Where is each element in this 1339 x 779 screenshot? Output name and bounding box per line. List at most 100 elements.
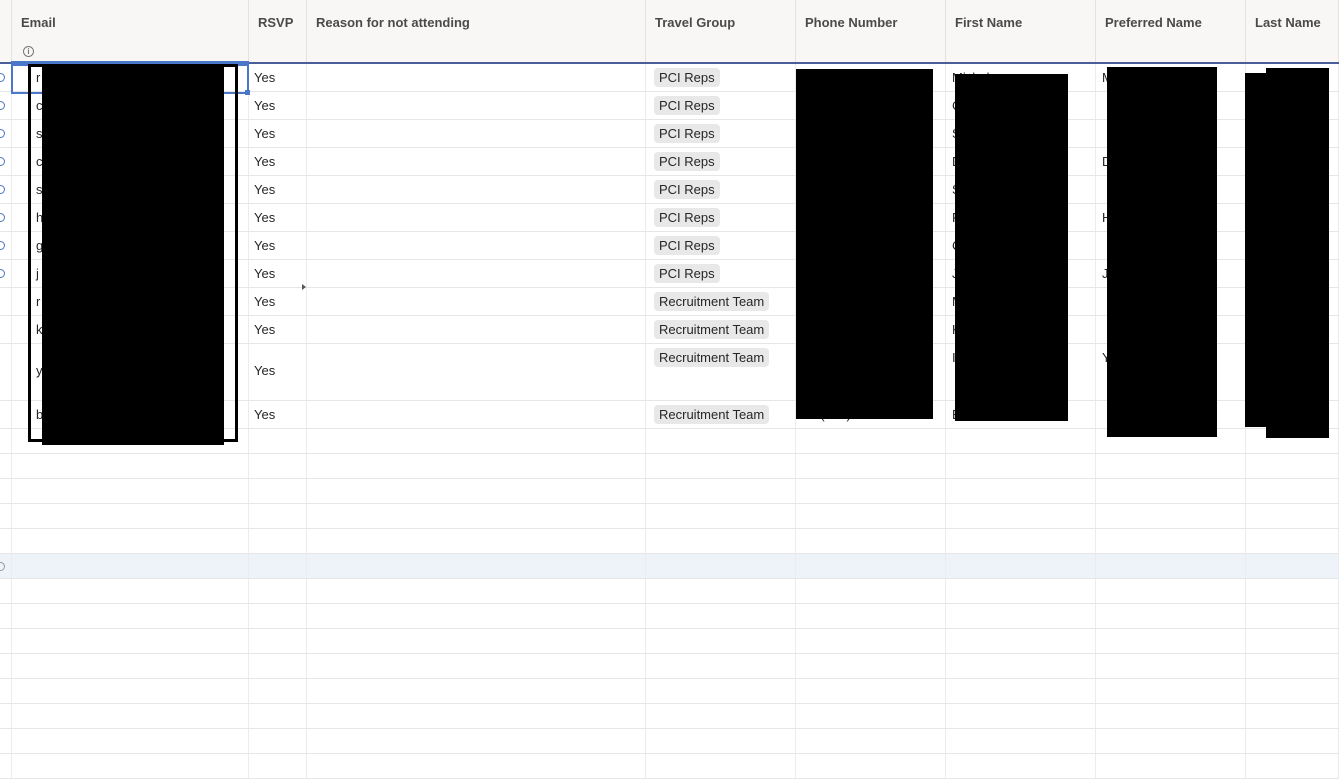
row-gutter[interactable]	[0, 120, 12, 147]
empty-cell-reason[interactable]	[307, 429, 646, 453]
cell-rsvp[interactable]: Yes	[249, 288, 307, 315]
empty-cell-phone[interactable]	[796, 454, 946, 478]
empty-cell-phone[interactable]	[796, 504, 946, 528]
empty-cell-first[interactable]	[946, 529, 1096, 553]
empty-cell-last[interactable]	[1246, 629, 1339, 653]
empty-cell-first[interactable]	[946, 479, 1096, 503]
row-gutter[interactable]	[0, 654, 12, 678]
empty-cell-group[interactable]	[646, 579, 796, 603]
cell-group[interactable]: PCI Reps	[646, 204, 796, 231]
empty-cell-reason[interactable]	[307, 504, 646, 528]
empty-cell-reason[interactable]	[307, 454, 646, 478]
empty-cell-rsvp[interactable]	[249, 754, 307, 778]
empty-cell-preferred[interactable]	[1096, 729, 1246, 753]
row-gutter[interactable]	[0, 401, 12, 428]
empty-cell-preferred[interactable]	[1096, 754, 1246, 778]
empty-row[interactable]	[0, 479, 1339, 504]
empty-cell-first[interactable]	[946, 554, 1096, 578]
empty-cell-email[interactable]	[12, 704, 249, 728]
cell-rsvp[interactable]: Yes	[249, 204, 307, 231]
empty-cell-preferred[interactable]	[1096, 554, 1246, 578]
cell-group[interactable]: Recruitment Team	[646, 401, 796, 428]
row-gutter[interactable]	[0, 176, 12, 203]
cell-rsvp[interactable]: Yes	[249, 176, 307, 203]
empty-row[interactable]	[0, 579, 1339, 604]
empty-cell-phone[interactable]	[796, 754, 946, 778]
empty-cell-email[interactable]	[12, 754, 249, 778]
empty-cell-preferred[interactable]	[1096, 679, 1246, 703]
row-gutter[interactable]	[0, 316, 12, 343]
empty-row[interactable]	[0, 454, 1339, 479]
cell-rsvp[interactable]: Yes	[249, 401, 307, 428]
cell-group[interactable]: Recruitment Team	[646, 316, 796, 343]
empty-cell-first[interactable]	[946, 654, 1096, 678]
cell-rsvp[interactable]: Yes	[249, 64, 307, 91]
cell-reason[interactable]	[307, 64, 646, 91]
row-gutter[interactable]	[0, 729, 12, 753]
row-gutter[interactable]	[0, 704, 12, 728]
empty-cell-preferred[interactable]	[1096, 504, 1246, 528]
empty-cell-first[interactable]	[946, 504, 1096, 528]
row-gutter[interactable]	[0, 260, 12, 287]
empty-cell-last[interactable]	[1246, 604, 1339, 628]
empty-cell-group[interactable]	[646, 454, 796, 478]
empty-cell-last[interactable]	[1246, 479, 1339, 503]
cell-reason[interactable]	[307, 120, 646, 147]
column-header-reason[interactable]: Reason for not attending	[307, 0, 646, 62]
empty-cell-reason[interactable]	[307, 654, 646, 678]
empty-cell-preferred[interactable]	[1096, 654, 1246, 678]
empty-cell-first[interactable]	[946, 754, 1096, 778]
empty-cell-preferred[interactable]	[1096, 454, 1246, 478]
cell-expand-arrow-icon[interactable]	[302, 284, 306, 290]
row-gutter[interactable]	[0, 92, 12, 119]
empty-cell-email[interactable]	[12, 679, 249, 703]
empty-cell-rsvp[interactable]	[249, 604, 307, 628]
empty-cell-rsvp[interactable]	[249, 679, 307, 703]
empty-cell-phone[interactable]	[796, 429, 946, 453]
empty-cell-last[interactable]	[1246, 579, 1339, 603]
row-gutter[interactable]	[0, 754, 12, 778]
cell-rsvp[interactable]: Yes	[249, 148, 307, 175]
empty-cell-first[interactable]	[946, 629, 1096, 653]
empty-cell-phone[interactable]	[796, 604, 946, 628]
empty-cell-first[interactable]	[946, 454, 1096, 478]
cell-group[interactable]: PCI Reps	[646, 148, 796, 175]
empty-cell-phone[interactable]	[796, 554, 946, 578]
empty-cell-preferred[interactable]	[1096, 629, 1246, 653]
column-header-last[interactable]: Last Name	[1246, 0, 1339, 62]
empty-row[interactable]	[0, 704, 1339, 729]
empty-cell-email[interactable]	[12, 504, 249, 528]
empty-cell-last[interactable]	[1246, 654, 1339, 678]
cell-group[interactable]: PCI Reps	[646, 92, 796, 119]
empty-cell-reason[interactable]	[307, 679, 646, 703]
empty-cell-preferred[interactable]	[1096, 604, 1246, 628]
row-gutter[interactable]	[0, 288, 12, 315]
empty-cell-group[interactable]	[646, 629, 796, 653]
empty-cell-last[interactable]	[1246, 729, 1339, 753]
column-header-preferred[interactable]: Preferred Name	[1096, 0, 1246, 62]
empty-cell-group[interactable]	[646, 704, 796, 728]
empty-row[interactable]	[0, 754, 1339, 779]
empty-cell-rsvp[interactable]	[249, 629, 307, 653]
row-gutter[interactable]	[0, 344, 12, 400]
empty-cell-rsvp[interactable]	[249, 729, 307, 753]
empty-cell-preferred[interactable]	[1096, 579, 1246, 603]
empty-cell-rsvp[interactable]	[249, 654, 307, 678]
empty-row[interactable]	[0, 554, 1339, 579]
empty-cell-last[interactable]	[1246, 504, 1339, 528]
empty-cell-email[interactable]	[12, 654, 249, 678]
row-gutter[interactable]	[0, 629, 12, 653]
empty-row[interactable]	[0, 504, 1339, 529]
empty-cell-rsvp[interactable]	[249, 704, 307, 728]
empty-cell-first[interactable]	[946, 704, 1096, 728]
column-header-email[interactable]: Email i	[12, 0, 249, 62]
empty-cell-first[interactable]	[946, 729, 1096, 753]
cell-reason[interactable]	[307, 204, 646, 231]
cell-group[interactable]: Recruitment Team	[646, 344, 796, 400]
empty-row[interactable]	[0, 679, 1339, 704]
expand-record-icon[interactable]	[0, 562, 5, 571]
empty-cell-last[interactable]	[1246, 754, 1339, 778]
row-gutter[interactable]	[0, 64, 12, 91]
expand-record-icon[interactable]	[0, 101, 5, 110]
row-gutter[interactable]	[0, 148, 12, 175]
